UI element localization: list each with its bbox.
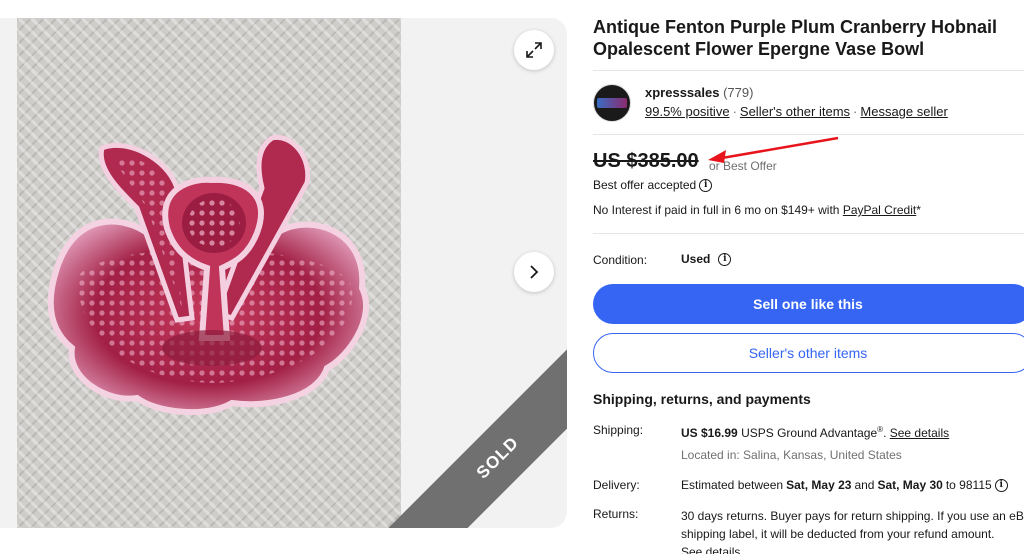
expand-icon — [526, 42, 542, 58]
sold-ribbon: SOLD — [386, 346, 567, 528]
returns-see-details-link[interactable]: See details — [681, 545, 740, 554]
seller-feedback-count: (779) — [723, 85, 754, 100]
shipping-value: US $16.99 USPS Ground Advantage®. See de… — [681, 425, 950, 440]
seller-avatar[interactable] — [593, 84, 631, 122]
returns-label: Returns: — [593, 507, 639, 521]
seller-positive-link[interactable]: 99.5% positive — [645, 104, 730, 119]
condition-value-group: Used i — [681, 252, 732, 266]
registered-mark: ® — [877, 425, 884, 434]
offer-status: Best offer accepted i — [593, 178, 713, 192]
divider — [593, 233, 1024, 234]
image-gallery: SOLD — [0, 18, 567, 528]
shipping-see-details-link[interactable]: See details — [890, 426, 949, 440]
epergne-vase-image — [47, 134, 370, 415]
seller-other-items-link[interactable]: Seller's other items — [740, 104, 850, 119]
delivery-value: Estimated between Sat, May 23 and Sat, M… — [681, 478, 1008, 492]
info-icon[interactable]: i — [699, 178, 713, 192]
message-seller-link[interactable]: Message seller — [860, 104, 947, 119]
returns-value: 30 days returns. Buyer pays for return s… — [681, 507, 1024, 554]
delivery-and: and — [854, 478, 875, 492]
interest-offer: No Interest if paid in full in 6 mo on $… — [593, 203, 921, 217]
chevron-right-icon — [530, 265, 539, 279]
shipping-section-title: Shipping, returns, and payments — [593, 391, 811, 407]
condition-value: Used — [681, 252, 711, 266]
info-icon[interactable]: i — [994, 478, 1008, 492]
condition-label: Condition: — [593, 253, 648, 267]
delivery-label: Delivery: — [593, 478, 640, 492]
interest-text: No Interest if paid in full in 6 mo on $… — [593, 203, 840, 217]
seller-info: xpresssales (779) — [645, 85, 753, 100]
sellers-other-items-button[interactable]: Seller's other items — [593, 333, 1024, 373]
delivery-zip: to 98115 — [945, 478, 992, 492]
seller-name[interactable]: xpresssales — [645, 85, 719, 100]
separator-dot: · — [853, 104, 858, 119]
offer-status-text: Best offer accepted — [593, 178, 697, 192]
shipping-service: USPS Ground Advantage — [741, 426, 878, 440]
shipping-label: Shipping: — [593, 423, 644, 437]
info-icon[interactable]: i — [718, 252, 732, 266]
seller-links: 99.5% positive · Seller's other items · Mess… — [645, 104, 948, 119]
returns-line2: shipping label, it will be deducted from… — [681, 527, 995, 541]
separator-dot: · — [732, 104, 737, 119]
expand-image-button[interactable] — [514, 30, 554, 70]
product-photo[interactable] — [17, 18, 401, 528]
price: US $385.00 — [593, 150, 699, 172]
interest-asterisk: * — [916, 203, 921, 217]
divider — [593, 70, 1024, 71]
returns-line1: 30 days returns. Buyer pays for return s… — [681, 509, 1024, 523]
sell-one-like-this-button[interactable]: Sell one like this — [593, 284, 1024, 324]
delivery-start: Sat, May 23 — [786, 478, 852, 492]
listing-title: Antique Fenton Purple Plum Cranberry Hob… — [593, 17, 998, 59]
item-location: Located in: Salina, Kansas, United State… — [681, 448, 902, 462]
delivery-prefix: Estimated between — [681, 478, 784, 492]
annotation-arrow-icon — [708, 136, 839, 163]
delivery-end: Sat, May 30 — [877, 478, 943, 492]
next-image-button[interactable] — [514, 252, 554, 292]
shipping-price: US $16.99 — [681, 426, 738, 440]
paypal-credit-link[interactable]: PayPal Credit — [843, 203, 916, 217]
